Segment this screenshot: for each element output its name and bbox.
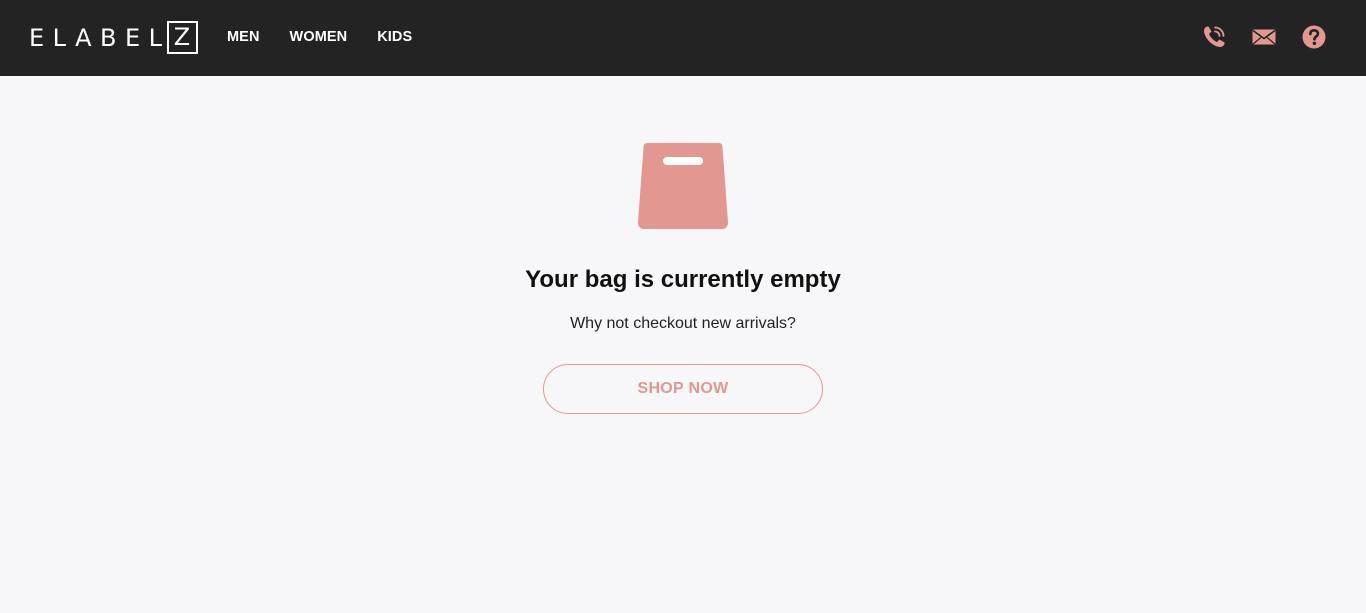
logo-boxed-letter: Z [166, 21, 198, 54]
nav-link-women[interactable]: WOMEN [290, 29, 348, 45]
empty-bag-subtitle: Why not checkout new arrivals? [570, 315, 796, 332]
empty-bag-section: Your bag is currently empty Why not chec… [0, 76, 1366, 613]
nav-link-men[interactable]: MEN [227, 29, 260, 45]
logo-text: ELABEL [29, 23, 171, 52]
help-icon[interactable] [1300, 23, 1328, 51]
empty-bag-title: Your bag is currently empty [525, 266, 841, 293]
top-navigation-bar: ELABEL Z MEN WOMEN KIDS [0, 0, 1366, 76]
main-nav: MEN WOMEN KIDS [227, 29, 442, 45]
phone-icon[interactable] [1200, 23, 1228, 51]
shopping-bag-icon [637, 143, 729, 230]
header-actions [1178, 23, 1328, 51]
mail-icon[interactable] [1250, 23, 1278, 51]
nav-link-kids[interactable]: KIDS [377, 29, 412, 45]
elabelz-logo[interactable]: ELABEL Z [29, 21, 198, 54]
shop-now-button[interactable]: SHOP NOW [543, 364, 823, 414]
